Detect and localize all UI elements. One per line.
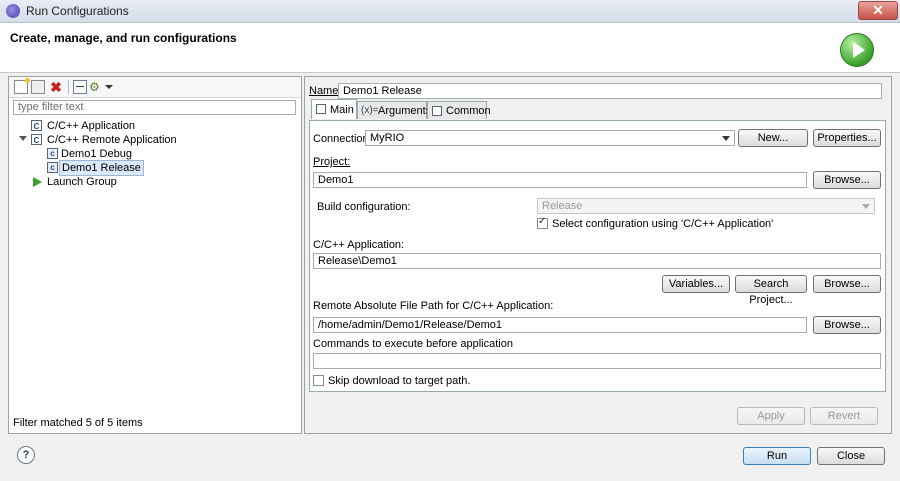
- commands-field[interactable]: [313, 353, 881, 369]
- run-icon: [840, 33, 874, 67]
- header-text: Create, manage, and run configurations: [10, 31, 237, 45]
- build-config-dropdown[interactable]: Release: [537, 198, 875, 214]
- remote-path-label: Remote Absolute File Path for C/C++ Appl…: [313, 300, 554, 312]
- connection-label: Connection:: [313, 133, 372, 145]
- cpp-remote-app-icon: C: [31, 134, 42, 145]
- remote-path-browse-button[interactable]: Browse...: [813, 316, 881, 334]
- chevron-down-icon: [722, 136, 730, 141]
- cpp-app-label: C/C++ Application:: [313, 239, 405, 251]
- toolbar-separator: [68, 80, 69, 94]
- title-bar: Run Configurations ✕: [0, 0, 900, 23]
- tab-main[interactable]: Main: [311, 99, 357, 119]
- window-close-button[interactable]: ✕: [858, 1, 898, 20]
- cpp-launch-icon: c: [47, 148, 58, 159]
- arguments-icon: (x)=: [361, 105, 379, 116]
- close-button[interactable]: Close: [817, 447, 885, 465]
- main-tab-icon: [316, 104, 326, 114]
- main-tab-content: Connection: MyRIO New... Properties... P…: [309, 120, 886, 392]
- properties-button[interactable]: Properties...: [813, 129, 881, 147]
- delete-icon[interactable]: ✖: [49, 80, 63, 94]
- search-project-button[interactable]: Search Project...: [735, 275, 807, 306]
- filter-input[interactable]: type filter text: [13, 100, 296, 115]
- collapse-all-icon[interactable]: [73, 80, 87, 94]
- run-button[interactable]: Run: [743, 447, 811, 465]
- common-tab-icon: [432, 106, 442, 116]
- filter-icon[interactable]: ⚙: [89, 80, 103, 94]
- skip-download-label: Skip download to target path.: [328, 375, 471, 387]
- run-configurations-window: Run Configurations ✕ Create, manage, and…: [0, 0, 900, 481]
- configuration-editor-panel: Name: Demo1 Release Main (x)= Arguments …: [304, 76, 892, 434]
- expand-arrow-icon[interactable]: [19, 136, 27, 141]
- tab-common[interactable]: Common: [427, 101, 491, 119]
- cpp-app-icon: C: [31, 120, 42, 131]
- connection-dropdown[interactable]: MyRIO: [365, 130, 735, 146]
- tab-arguments[interactable]: (x)= Arguments: [357, 101, 431, 119]
- apply-button[interactable]: Apply: [737, 407, 805, 425]
- tree-toolbar: ✖ ⚙: [9, 77, 301, 98]
- filter-status: Filter matched 5 of 5 items: [13, 417, 143, 429]
- duplicate-icon[interactable]: [31, 80, 45, 94]
- cpp-app-field[interactable]: Release\Demo1: [313, 253, 881, 269]
- new-config-icon[interactable]: [14, 78, 30, 94]
- dialog-header: Create, manage, and run configurations: [0, 23, 900, 73]
- eclipse-icon: [6, 4, 20, 18]
- select-config-checkbox[interactable]: [537, 216, 548, 229]
- build-config-label: Build configuration:: [317, 201, 411, 213]
- project-field[interactable]: Demo1: [313, 172, 807, 188]
- remote-path-field[interactable]: /home/admin/Demo1/Release/Demo1: [313, 317, 807, 333]
- project-label: Project:: [313, 156, 351, 168]
- config-tabs: Main (x)= Arguments Common: [309, 99, 886, 121]
- chevron-down-icon: [862, 204, 870, 209]
- launch-group-icon: [33, 177, 42, 187]
- revert-button[interactable]: Revert: [810, 407, 878, 425]
- select-config-label: Select configuration using 'C/C++ Applic…: [552, 218, 774, 230]
- help-icon[interactable]: ?: [17, 446, 35, 464]
- cpp-launch-icon: c: [47, 162, 58, 173]
- window-title: Run Configurations: [26, 4, 129, 18]
- skip-download-checkbox[interactable]: [313, 375, 324, 386]
- configuration-tree-panel: ✖ ⚙ type filter text C C/C++ Application…: [8, 76, 302, 434]
- new-connection-button[interactable]: New...: [738, 129, 808, 147]
- variables-button[interactable]: Variables...: [662, 275, 730, 293]
- name-field[interactable]: Demo1 Release: [338, 83, 882, 99]
- cpp-app-browse-button[interactable]: Browse...: [813, 275, 881, 293]
- commands-label: Commands to execute before application: [313, 338, 513, 350]
- project-browse-button[interactable]: Browse...: [813, 171, 881, 189]
- name-label: Name:: [309, 85, 342, 97]
- view-menu-icon[interactable]: [105, 80, 113, 94]
